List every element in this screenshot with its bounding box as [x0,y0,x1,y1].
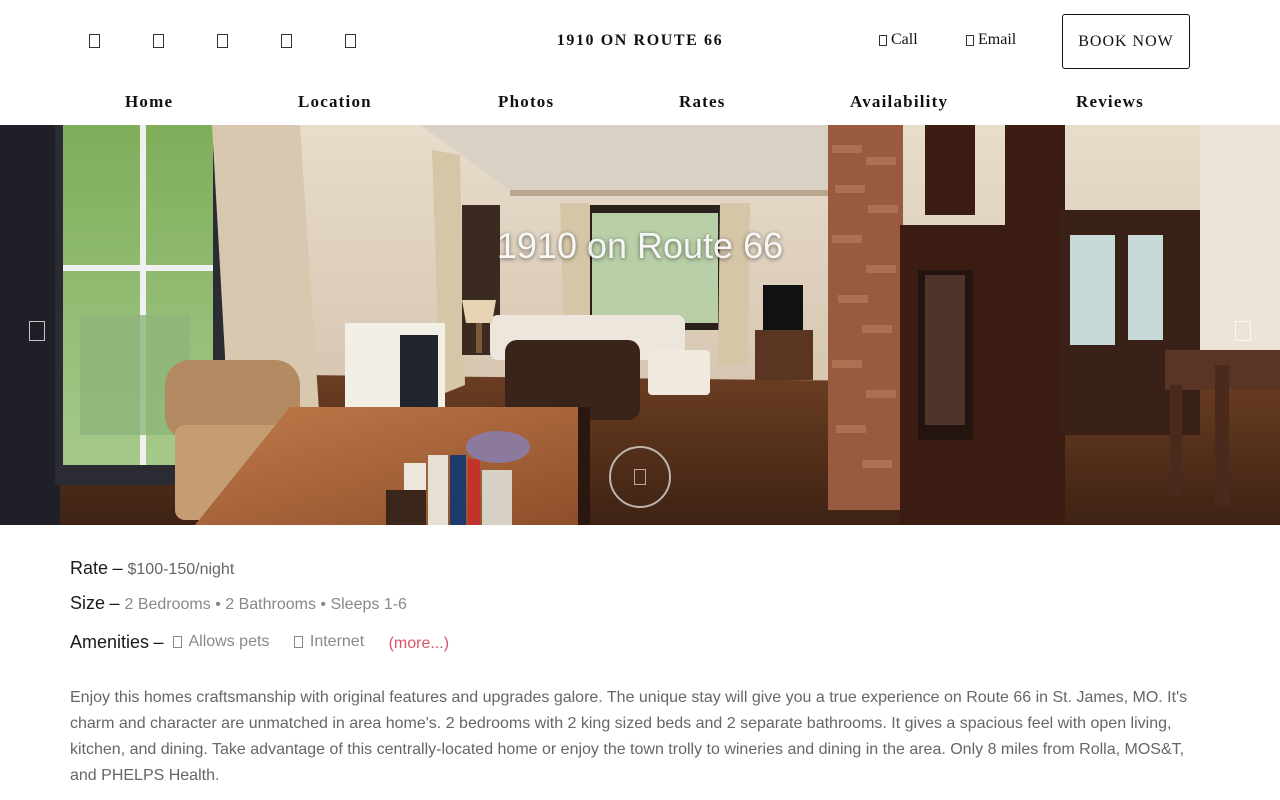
play-glyph [634,469,646,485]
amenity-internet-label: Internet [309,633,365,650]
rate-row: Rate – $100-150/night [70,558,234,579]
chevron-right-icon[interactable] [1235,321,1251,341]
call-label: Call [891,31,918,48]
main-nav: Home Location Photos Rates Availability … [0,92,1280,118]
wifi-icon [293,636,303,648]
size-value: 2 Bedrooms • 2 Bathrooms • Sleeps 1-6 [124,596,407,613]
size-dash: – [109,593,125,613]
call-link[interactable]: Call [879,31,918,49]
amenities-label: Amenities [70,632,150,652]
property-description: Enjoy this homes craftsmanship with orig… [70,689,1188,784]
nav-item-photos[interactable]: Photos [498,92,554,112]
amenity-pets: Allows pets [172,633,270,651]
book-now-button[interactable]: BOOK NOW [1062,14,1190,69]
phone-icon [879,34,887,46]
nav-item-location[interactable]: Location [298,92,372,112]
hero-title: 1910 on Route 66 [496,225,784,266]
rate-dash: – [112,558,128,578]
email-link[interactable]: Email [966,31,1016,49]
top-bar: 1910 ON ROUTE 66 Call Email BOOK NOW [0,0,1280,84]
amenities-row: Amenities – Allows pets Internet (more..… [70,632,449,653]
nav-item-rates[interactable]: Rates [679,92,726,112]
rate-value: $100-150/night [127,561,235,578]
email-label: Email [978,31,1017,48]
paw-icon [172,636,182,648]
nav-item-reviews[interactable]: Reviews [1076,92,1144,112]
nav-item-availability[interactable]: Availability [850,92,948,112]
size-label: Size [70,593,106,613]
amenities-dash: – [153,632,169,652]
amenity-internet: Internet [293,633,365,651]
rate-label: Rate [70,558,109,578]
chevron-left-icon[interactable] [29,321,45,341]
play-icon[interactable] [609,446,671,508]
envelope-icon [966,34,974,46]
amenities-more-link[interactable]: (more...) [389,635,449,652]
nav-item-home[interactable]: Home [125,92,173,112]
hero-slideshow: 1910 on Route 66 [0,125,1280,525]
amenity-pets-label: Allows pets [188,633,270,650]
size-row: Size – 2 Bedrooms • 2 Bathrooms • Sleeps… [70,593,407,614]
